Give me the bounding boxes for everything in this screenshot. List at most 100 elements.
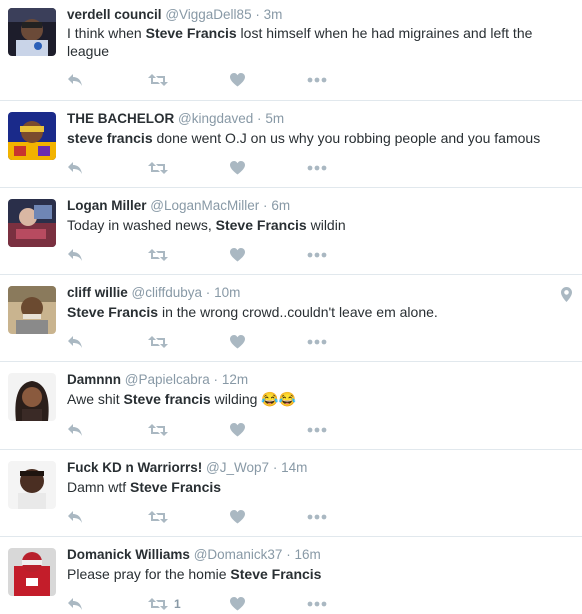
- tweet-text: Please pray for the homie Steve Francis: [67, 565, 567, 583]
- search-highlight: steve francis: [67, 130, 153, 146]
- retweet-button[interactable]: [148, 507, 174, 527]
- display-name[interactable]: cliff willie: [67, 285, 128, 300]
- heart-icon: [230, 73, 245, 87]
- retweet-button[interactable]: [148, 245, 174, 265]
- like-button[interactable]: [230, 245, 245, 265]
- avatar[interactable]: [8, 373, 56, 421]
- username[interactable]: @LoganMacMiller: [150, 198, 259, 213]
- like-button[interactable]: [230, 158, 245, 178]
- tweet-text: Today in washed news, Steve Francis wild…: [67, 216, 567, 234]
- reply-icon: [68, 336, 82, 348]
- search-highlight: Steve Francis: [230, 566, 322, 582]
- more-button[interactable]: [307, 420, 327, 440]
- more-button[interactable]: [307, 594, 327, 614]
- heart-icon: [230, 510, 245, 524]
- retweet-count: 1: [174, 597, 181, 611]
- retweet-icon: [148, 424, 168, 436]
- more-button[interactable]: [307, 332, 327, 352]
- reply-button[interactable]: [67, 594, 83, 614]
- like-button[interactable]: [230, 507, 245, 527]
- tweet-actions: 1: [67, 594, 337, 614]
- tweet[interactable]: Logan Miller @LoganMacMiller · 6m Today …: [0, 188, 582, 275]
- like-button[interactable]: [230, 420, 245, 440]
- more-icon: [307, 601, 327, 607]
- reply-button[interactable]: [67, 332, 83, 352]
- tweet-text-part: wildin: [306, 217, 346, 233]
- separator: ·: [255, 7, 260, 22]
- tweet-actions: [67, 332, 337, 352]
- separator: ·: [272, 460, 278, 475]
- separator: ·: [257, 111, 262, 126]
- display-name[interactable]: Logan Miller: [67, 198, 147, 213]
- avatar[interactable]: [8, 548, 56, 596]
- retweet-button[interactable]: [148, 70, 174, 90]
- avatar[interactable]: [8, 461, 56, 509]
- retweet-icon: [148, 336, 168, 348]
- tweet-text-part: I think when: [67, 25, 146, 41]
- reply-icon: [68, 162, 82, 174]
- more-icon: [307, 252, 327, 258]
- tweet[interactable]: cliff willie @cliffdubya · 10m Steve Fra…: [0, 275, 582, 362]
- more-button[interactable]: [307, 70, 327, 90]
- reply-icon: [68, 511, 82, 523]
- tweet[interactable]: THE BACHELOR @kingdaved · 5m steve franc…: [0, 101, 582, 188]
- retweet-button[interactable]: [148, 420, 174, 440]
- reply-button[interactable]: [67, 70, 83, 90]
- username[interactable]: @Domanick37: [194, 547, 283, 562]
- like-button[interactable]: [230, 70, 245, 90]
- retweet-icon: [148, 162, 168, 174]
- more-icon: [307, 339, 327, 345]
- display-name[interactable]: Domanick Williams: [67, 547, 190, 562]
- heart-icon: [230, 248, 245, 262]
- retweet-button[interactable]: [148, 158, 174, 178]
- display-name[interactable]: Fuck KD n Warriorrs!: [67, 460, 202, 475]
- search-highlight: Steve Francis: [67, 304, 159, 320]
- timestamp[interactable]: 14m: [281, 460, 307, 475]
- username[interactable]: @J_Wop7: [206, 460, 269, 475]
- timestamp[interactable]: 12m: [222, 372, 248, 387]
- more-button[interactable]: [307, 507, 327, 527]
- like-button[interactable]: [230, 594, 245, 614]
- reply-button[interactable]: [67, 420, 83, 440]
- avatar[interactable]: [8, 286, 56, 334]
- tweet-text-part: Damn wtf: [67, 479, 131, 495]
- separator: ·: [213, 372, 219, 387]
- tweet-text-part: wilding 😂😂: [210, 391, 297, 407]
- timestamp[interactable]: 6m: [271, 198, 290, 213]
- avatar[interactable]: [8, 8, 56, 56]
- timestamp[interactable]: 16m: [294, 547, 320, 562]
- more-icon: [307, 514, 327, 520]
- more-button[interactable]: [307, 245, 327, 265]
- tweet-text-part: in the wrong crowd..couldn't leave em al…: [158, 304, 438, 320]
- avatar[interactable]: [8, 112, 56, 160]
- display-name[interactable]: THE BACHELOR: [67, 111, 174, 126]
- tweet[interactable]: Domanick Williams @Domanick37 · 16m Plea…: [0, 537, 582, 611]
- like-button[interactable]: [230, 332, 245, 352]
- retweet-icon: [148, 598, 168, 610]
- username[interactable]: @ViggaDell85: [165, 7, 251, 22]
- retweet-icon: [148, 74, 168, 86]
- tweet[interactable]: Fuck KD n Warriorrs! @J_Wop7 · 14m Damn …: [0, 450, 582, 537]
- username[interactable]: @kingdaved: [178, 111, 253, 126]
- timestamp[interactable]: 3m: [264, 7, 283, 22]
- reply-button[interactable]: [67, 507, 83, 527]
- retweet-button[interactable]: [148, 332, 174, 352]
- username[interactable]: @Papielcabra: [125, 372, 210, 387]
- tweet[interactable]: verdell council @ViggaDell85 · 3m I thin…: [0, 0, 582, 101]
- reply-button[interactable]: [67, 245, 83, 265]
- avatar[interactable]: [8, 199, 56, 247]
- more-icon: [307, 427, 327, 433]
- display-name[interactable]: verdell council: [67, 7, 162, 22]
- username[interactable]: @cliffdubya: [132, 285, 203, 300]
- timestamp[interactable]: 5m: [265, 111, 284, 126]
- more-button[interactable]: [307, 158, 327, 178]
- tweet-actions: [67, 70, 337, 90]
- tweet-text: I think when Steve Francis lost himself …: [67, 24, 567, 60]
- tweet-text-part: Please pray for the homie: [67, 566, 231, 582]
- tweet[interactable]: Damnnn @Papielcabra · 12m Awe shit Steve…: [0, 362, 582, 450]
- reply-button[interactable]: [67, 158, 83, 178]
- retweet-button[interactable]: 1: [148, 594, 181, 614]
- separator: ·: [205, 285, 211, 300]
- timestamp[interactable]: 10m: [214, 285, 240, 300]
- display-name[interactable]: Damnnn: [67, 372, 121, 387]
